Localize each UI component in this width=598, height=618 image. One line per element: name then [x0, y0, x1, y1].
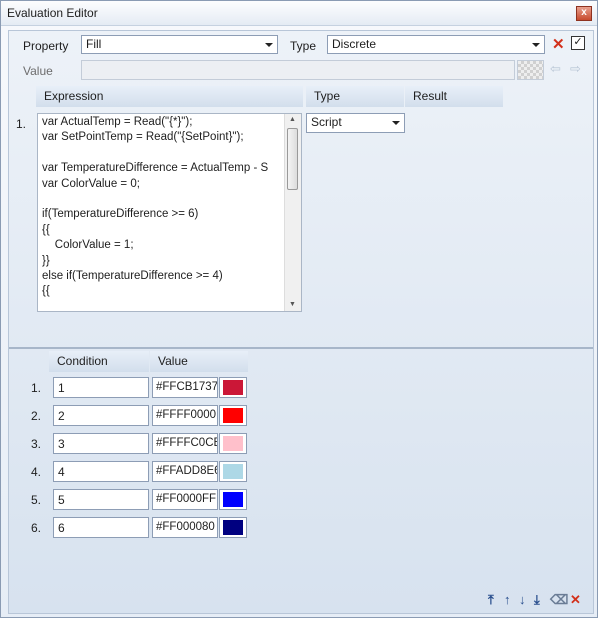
expression-line	[38, 193, 301, 208]
expression-line: var ActualTemp = Read("{*}");	[42, 116, 193, 128]
expression-line: {{	[42, 285, 50, 298]
value-column-header: Value	[150, 351, 248, 372]
result-column-header: Result	[405, 86, 503, 107]
color-swatch	[223, 408, 243, 423]
expression-line: }}	[42, 254, 50, 267]
condition-input[interactable]: 5	[53, 489, 149, 510]
expression-panel: 1. var ActualTemp = Read("{*}"); var SetP…	[9, 108, 593, 346]
condition-row-number: 3.	[30, 437, 41, 451]
arrow-right-icon: ⇨	[570, 61, 581, 76]
property-dropdown-value: Fill	[86, 37, 102, 51]
scroll-thumb[interactable]	[287, 128, 298, 190]
evaluation-editor-window: Evaluation Editor x Property Fill Type D…	[0, 0, 598, 618]
color-picker-button[interactable]	[219, 489, 247, 510]
type-dropdown[interactable]: Discrete	[327, 35, 545, 54]
color-hex-input[interactable]: #FF000080	[152, 517, 218, 538]
expression-type-value: Script	[311, 115, 342, 129]
scroll-up-icon[interactable]: ▲	[289, 116, 296, 123]
color-swatch	[223, 380, 243, 395]
expression-type-dropdown[interactable]: Script	[306, 113, 405, 133]
condition-row-number: 1.	[30, 381, 41, 395]
color-hex-input[interactable]: #FF0000FF	[152, 489, 218, 510]
value-picker-button	[517, 60, 544, 80]
arrow-up-icon[interactable]: ↑	[504, 592, 511, 607]
chevron-down-icon	[265, 43, 273, 47]
type-label: Type	[290, 39, 317, 53]
arrow-down-icon[interactable]: ↓	[519, 592, 526, 607]
window-close-button[interactable]: x	[576, 6, 592, 21]
arrow-to-bottom-icon[interactable]: ⤓	[534, 592, 540, 608]
condition-input[interactable]: 3	[53, 433, 149, 454]
type-column-header: Type	[306, 86, 404, 107]
color-swatch	[223, 492, 243, 507]
delete-icon[interactable]: ✕	[552, 35, 565, 53]
condition-input[interactable]: 1	[53, 377, 149, 398]
type-dropdown-value: Discrete	[332, 37, 377, 51]
condition-row-number: 2.	[30, 409, 41, 423]
color-hex-input[interactable]: #FFADD8E6	[152, 461, 218, 482]
condition-input[interactable]: 4	[53, 461, 149, 482]
condition-column-header: Condition	[49, 351, 149, 372]
color-hex-input[interactable]: #FFCB1737	[152, 377, 218, 398]
value-field	[81, 60, 515, 80]
window-title: Evaluation Editor	[7, 6, 98, 20]
color-hex-input[interactable]: #FFFF0000	[152, 405, 218, 426]
panel-splitter[interactable]	[9, 347, 593, 349]
condition-row-number: 6.	[30, 521, 41, 535]
scroll-down-icon[interactable]: ▼	[289, 301, 296, 308]
arrow-left-icon: ⇦	[550, 61, 561, 76]
eraser-icon[interactable]: ⌫	[550, 592, 568, 608]
expression-column-header: Expression	[36, 86, 303, 107]
color-swatch	[223, 436, 243, 451]
title-bar: Evaluation Editor x	[1, 1, 597, 26]
value-label: Value	[23, 64, 53, 78]
color-picker-button[interactable]	[219, 405, 247, 426]
expression-line: else if(TemperatureDifference >= 4)	[42, 269, 223, 282]
expression-line: if(TemperatureDifference >= 6)	[42, 208, 199, 221]
expression-line: {{	[42, 223, 50, 236]
color-picker-button[interactable]	[219, 517, 247, 538]
condition-input[interactable]: 2	[53, 405, 149, 426]
expression-line: var SetPointTemp = Read("{SetPoint}");	[42, 131, 244, 144]
expression-line: var ColorValue = 0;	[42, 177, 140, 190]
chevron-down-icon	[392, 121, 400, 125]
delete-icon[interactable]: ✕	[570, 592, 581, 608]
enabled-checkbox[interactable]: ✓	[571, 36, 585, 50]
expression-line: var TemperatureDifference = ActualTemp -…	[42, 162, 269, 175]
arrow-to-top-icon[interactable]: ⤒	[488, 592, 494, 608]
color-picker-button[interactable]	[219, 377, 247, 398]
editor-body: Property Fill Type Discrete ✕ ✓ Value ⇦ …	[8, 30, 594, 614]
chevron-down-icon	[532, 43, 540, 47]
expression-code: var ActualTemp = Read("{*}"); var SetPoin…	[38, 114, 301, 301]
expression-editor[interactable]: var ActualTemp = Read("{*}"); var SetPoin…	[37, 113, 302, 312]
color-hex-input[interactable]: #FFFFC0CB	[152, 433, 218, 454]
expression-row-number: 1.	[16, 117, 27, 131]
condition-input[interactable]: 6	[53, 517, 149, 538]
color-swatch	[223, 464, 243, 479]
color-picker-button[interactable]	[219, 461, 247, 482]
condition-row-number: 5.	[30, 493, 41, 507]
color-swatch	[223, 520, 243, 535]
expression-line	[38, 147, 301, 162]
condition-row-number: 4.	[30, 465, 41, 479]
property-label: Property	[23, 39, 69, 53]
expression-scrollbar[interactable]: ▲ ▼	[284, 114, 301, 311]
color-picker-button[interactable]	[219, 433, 247, 454]
property-dropdown[interactable]: Fill	[81, 35, 278, 54]
expression-line: ColorValue = 1;	[42, 239, 134, 252]
